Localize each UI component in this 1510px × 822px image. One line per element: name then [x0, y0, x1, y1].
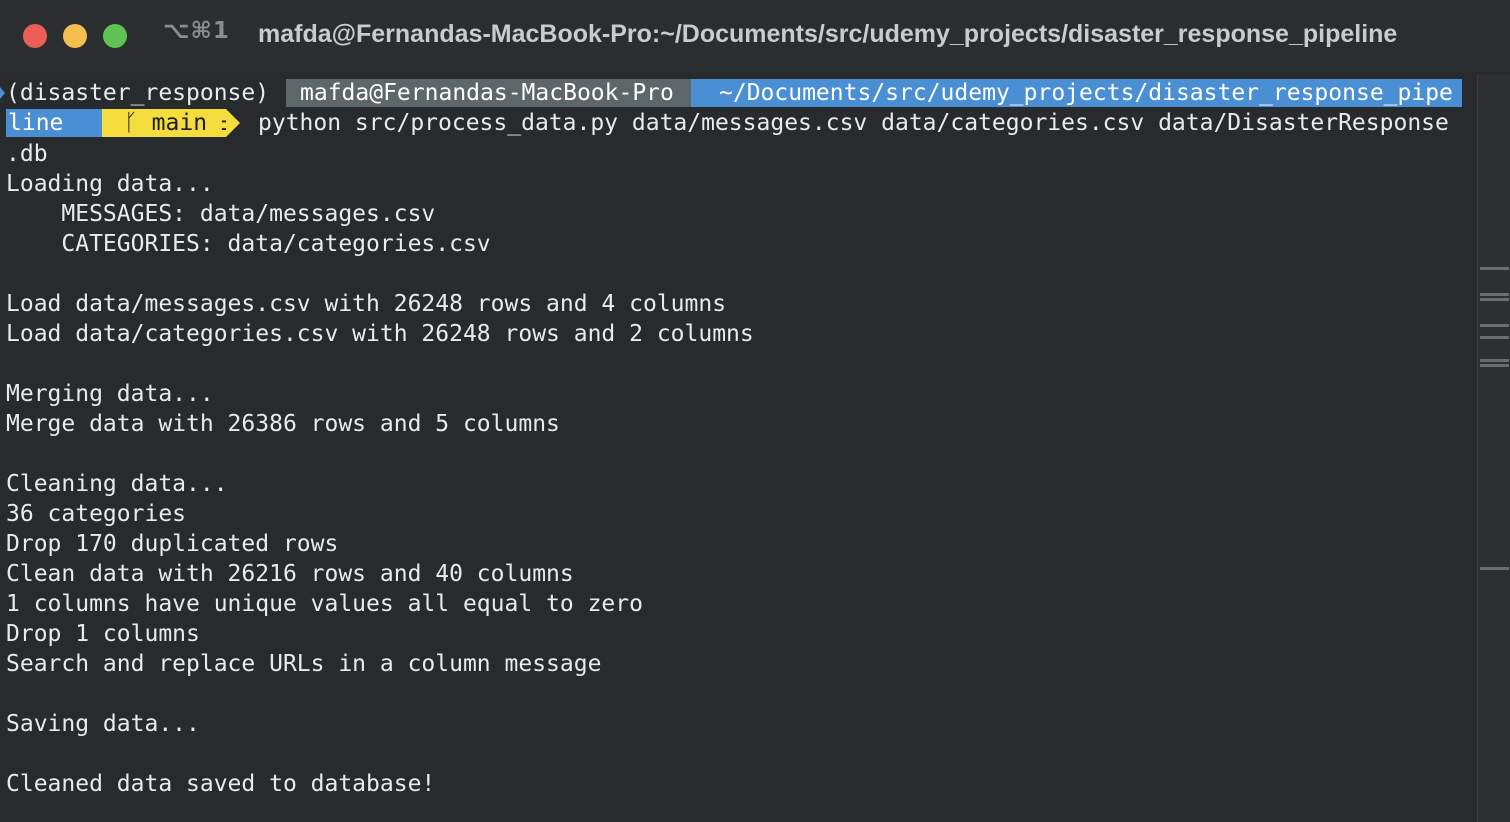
output-line: Drop 1 columns	[6, 621, 200, 647]
prompt-git-branch: ᚴ main ±	[102, 109, 235, 137]
output-line: Merging data...	[6, 381, 214, 407]
prompt-separator-icon	[226, 109, 240, 137]
scroll-mark	[1480, 364, 1509, 367]
output-line: Saving data...	[6, 711, 200, 737]
close-button[interactable]	[23, 24, 47, 48]
prompt-marker-icon	[0, 87, 5, 99]
output-line: Merge data with 26386 rows and 5 columns	[6, 411, 560, 437]
output-line: Search and replace URLs in a column mess…	[6, 651, 602, 677]
prompt-venv: (disaster_response)	[6, 80, 270, 106]
output-line: Load data/categories.csv with 26248 rows…	[6, 321, 754, 347]
scrollbar[interactable]	[1477, 74, 1510, 822]
command-text-wrap: .db	[6, 141, 48, 167]
scroll-mark	[1480, 567, 1509, 570]
command-text: python src/process_data.py data/messages…	[258, 110, 1449, 136]
prompt-user-host: mafda@Fernandas-MacBook-Pro	[286, 79, 691, 107]
scroll-mark	[1480, 324, 1509, 327]
output-line: 36 categories	[6, 501, 187, 527]
output-line: Drop 170 duplicated rows	[6, 531, 339, 557]
output-line: CATEGORIES: data/categories.csv	[6, 231, 491, 257]
scroll-mark	[1480, 298, 1509, 301]
output-line: Cleaned data saved to database!	[6, 771, 436, 797]
prompt-path: ~/Documents/src/udemy_projects/disaster_…	[691, 79, 1462, 107]
window-title: mafda@Fernandas-MacBook-Pro:~/Documents/…	[258, 20, 1398, 48]
title-bar[interactable]: ⌥⌘1 mafda@Fernandas-MacBook-Pro:~/Docume…	[0, 0, 1510, 72]
output-line: MESSAGES: data/messages.csv	[6, 201, 436, 227]
output-line: 1 columns have unique values all equal t…	[6, 591, 643, 617]
scroll-mark	[1480, 293, 1509, 296]
output-line: Loading data...	[6, 171, 214, 197]
prompt-path-continued: line	[6, 109, 102, 137]
scroll-mark	[1480, 336, 1509, 339]
output-line: Clean data with 26216 rows and 40 column…	[6, 561, 574, 587]
scroll-mark	[1480, 359, 1509, 362]
minimize-button[interactable]	[63, 24, 87, 48]
terminal-window: ⌥⌘1 mafda@Fernandas-MacBook-Pro:~/Docume…	[0, 0, 1510, 822]
output-line: Cleaning data...	[6, 471, 228, 497]
window-shortcut-label: ⌥⌘1	[163, 18, 230, 44]
scroll-mark	[1480, 267, 1509, 270]
output-line: Load data/messages.csv with 26248 rows a…	[6, 291, 727, 317]
zoom-button[interactable]	[103, 24, 127, 48]
